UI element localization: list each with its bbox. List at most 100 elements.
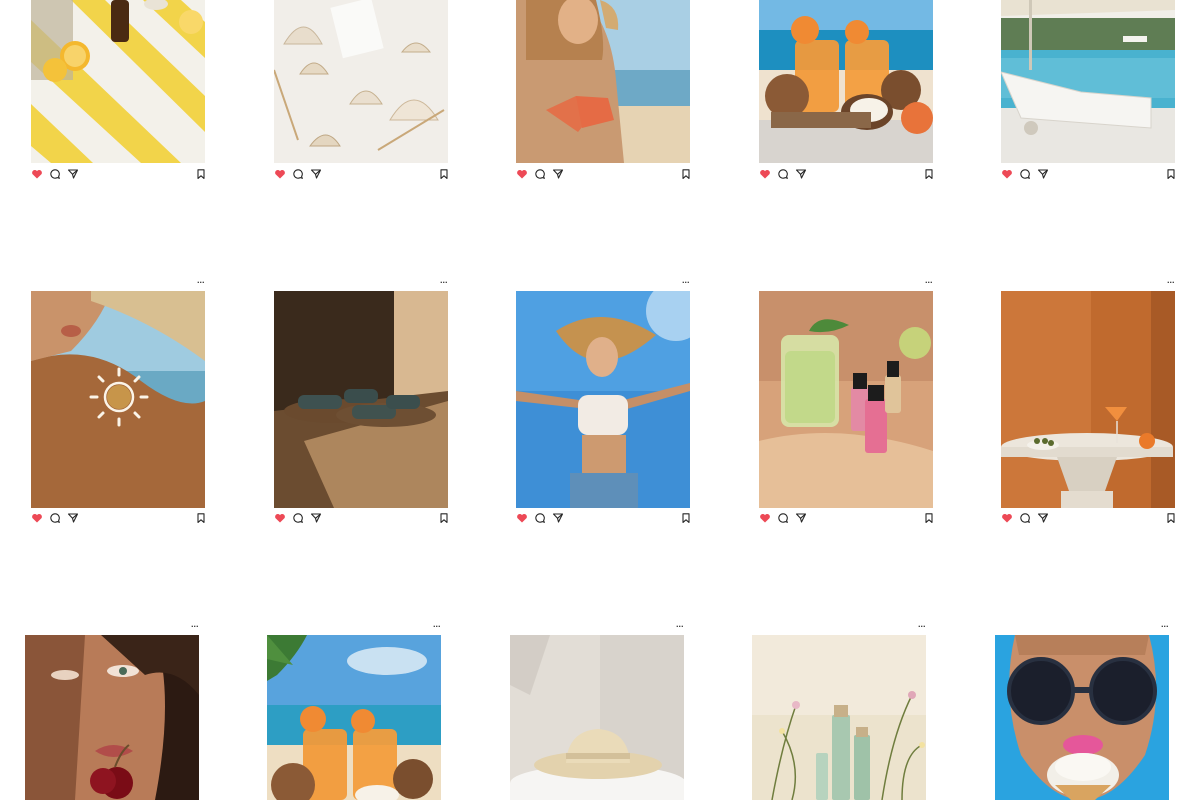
post-image[interactable] (759, 0, 933, 163)
bookmark-icon (1167, 169, 1175, 179)
comment-button[interactable] (1019, 168, 1031, 180)
share-button[interactable] (310, 168, 322, 180)
comment-button[interactable] (777, 168, 789, 180)
heart-icon (517, 169, 527, 179)
like-button[interactable] (1001, 168, 1013, 180)
send-icon (67, 513, 79, 523)
comment-button[interactable] (292, 168, 304, 180)
heart-icon (275, 513, 285, 523)
post-image[interactable] (274, 291, 448, 508)
save-button[interactable] (680, 168, 692, 180)
comment-button[interactable] (49, 512, 61, 524)
like-button[interactable] (1001, 512, 1013, 524)
bookmark-icon (925, 513, 933, 523)
save-button[interactable] (195, 168, 207, 180)
post-image[interactable] (759, 291, 933, 508)
post-image[interactable] (995, 635, 1169, 800)
more-button[interactable]: ··· (433, 621, 441, 632)
share-button[interactable] (552, 168, 564, 180)
bookmark-icon (440, 513, 448, 523)
like-button[interactable] (274, 168, 286, 180)
share-button[interactable] (1037, 512, 1049, 524)
share-button[interactable] (552, 512, 564, 524)
save-button[interactable] (923, 512, 935, 524)
post-image[interactable] (510, 635, 684, 800)
app-root: { "feed": { "posts": [ {"id":"p1","subje… (0, 0, 1200, 800)
post-image[interactable] (1001, 0, 1175, 163)
post-image[interactable] (25, 635, 199, 800)
send-icon (1037, 169, 1049, 179)
heart-icon (32, 169, 42, 179)
save-button[interactable] (923, 168, 935, 180)
post-image[interactable] (31, 291, 205, 508)
share-button[interactable] (67, 512, 79, 524)
heart-icon (32, 513, 42, 523)
like-button[interactable] (516, 512, 528, 524)
send-icon (552, 169, 564, 179)
comment-button[interactable] (49, 168, 61, 180)
bookmark-icon (925, 169, 933, 179)
post-image[interactable] (1001, 291, 1175, 508)
comment-icon (293, 169, 304, 180)
comment-button[interactable] (777, 512, 789, 524)
comment-button[interactable] (292, 512, 304, 524)
more-button[interactable]: ··· (1167, 277, 1175, 288)
like-button[interactable] (31, 512, 43, 524)
send-icon (795, 513, 807, 523)
more-button[interactable]: ··· (197, 277, 205, 288)
heart-icon (1002, 513, 1012, 523)
more-button[interactable]: ··· (682, 277, 690, 288)
like-button[interactable] (759, 512, 771, 524)
save-button[interactable] (1165, 512, 1177, 524)
comment-icon (535, 513, 546, 524)
more-button[interactable]: ··· (1161, 621, 1169, 632)
share-button[interactable] (310, 512, 322, 524)
like-button[interactable] (274, 512, 286, 524)
save-button[interactable] (438, 168, 450, 180)
bookmark-icon (197, 513, 205, 523)
comment-icon (778, 513, 789, 524)
heart-icon (517, 513, 527, 523)
send-icon (795, 169, 807, 179)
comment-icon (778, 169, 789, 180)
comment-button[interactable] (534, 512, 546, 524)
like-button[interactable] (759, 168, 771, 180)
post-image[interactable] (31, 0, 205, 163)
comment-button[interactable] (1019, 512, 1031, 524)
save-button[interactable] (680, 512, 692, 524)
comment-icon (50, 513, 61, 524)
more-button[interactable]: ··· (676, 621, 684, 632)
share-button[interactable] (67, 168, 79, 180)
comment-icon (50, 169, 61, 180)
more-button[interactable]: ··· (191, 621, 199, 632)
heart-icon (760, 513, 770, 523)
bookmark-icon (1167, 513, 1175, 523)
post-image[interactable] (516, 291, 690, 508)
post-image[interactable] (267, 635, 441, 800)
heart-icon (760, 169, 770, 179)
post-image[interactable] (516, 0, 690, 163)
bookmark-icon (197, 169, 205, 179)
like-button[interactable] (516, 168, 528, 180)
save-button[interactable] (438, 512, 450, 524)
post-image[interactable] (274, 0, 448, 163)
more-button[interactable]: ··· (925, 277, 933, 288)
comment-icon (1020, 513, 1031, 524)
share-button[interactable] (795, 168, 807, 180)
heart-icon (1002, 169, 1012, 179)
more-button[interactable]: ··· (918, 621, 926, 632)
save-button[interactable] (1165, 168, 1177, 180)
share-button[interactable] (795, 512, 807, 524)
save-button[interactable] (195, 512, 207, 524)
like-button[interactable] (31, 168, 43, 180)
heart-icon (275, 169, 285, 179)
send-icon (552, 513, 564, 523)
share-button[interactable] (1037, 168, 1049, 180)
comment-button[interactable] (534, 168, 546, 180)
post-image[interactable] (752, 635, 926, 800)
comment-icon (535, 169, 546, 180)
more-button[interactable]: ··· (440, 277, 448, 288)
send-icon (310, 169, 322, 179)
send-icon (310, 513, 322, 523)
send-icon (1037, 513, 1049, 523)
